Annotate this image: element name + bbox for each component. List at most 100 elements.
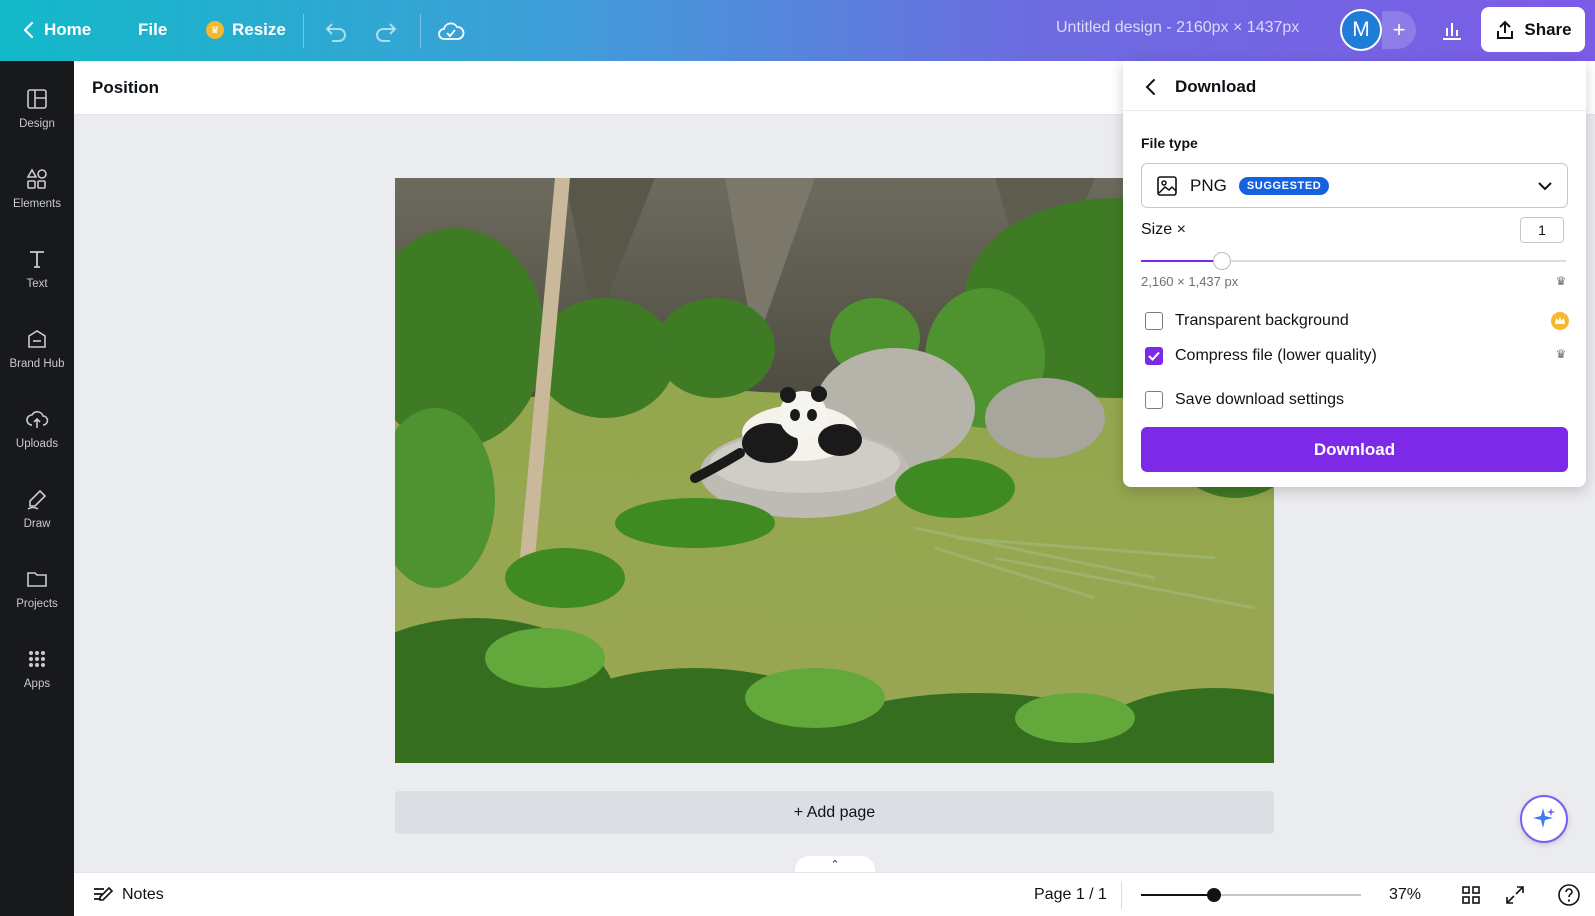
sidebar-item-label: Uploads bbox=[15, 437, 59, 450]
grid-view-icon bbox=[1461, 885, 1481, 905]
undo-button[interactable] bbox=[318, 14, 352, 48]
crown-icon: ♛ bbox=[1555, 274, 1567, 288]
crown-icon: ♛ bbox=[206, 21, 224, 39]
sidebar-item-draw[interactable]: Draw bbox=[0, 473, 74, 543]
size-slider[interactable] bbox=[1141, 252, 1566, 270]
download-panel-title: Download bbox=[1175, 77, 1257, 96]
size-input[interactable]: 1 bbox=[1520, 217, 1564, 243]
undo-icon bbox=[322, 20, 348, 42]
back-button[interactable] bbox=[1139, 75, 1163, 99]
bar-chart-icon bbox=[1440, 19, 1464, 41]
insights-button[interactable] bbox=[1432, 10, 1472, 50]
add-page-button[interactable]: + Add page bbox=[395, 791, 1274, 834]
sidebar-item-label: Brand Hub bbox=[9, 357, 65, 370]
file-label: File bbox=[138, 20, 168, 39]
top-bar: Home File ♛ Resize Untitled design - 216… bbox=[0, 0, 1595, 61]
help-button[interactable] bbox=[1556, 882, 1582, 908]
sidebar-item-projects[interactable]: Projects bbox=[0, 553, 74, 623]
transparent-background-option[interactable]: Transparent background bbox=[1145, 312, 1349, 330]
share-button[interactable]: Share bbox=[1481, 7, 1585, 52]
compress-file-checkbox[interactable] bbox=[1145, 347, 1163, 365]
crown-icon: ♛ bbox=[1555, 347, 1567, 361]
shapes-icon bbox=[25, 167, 49, 194]
chevron-up-icon: ⌃ bbox=[830, 858, 840, 871]
magic-assistant-button[interactable] bbox=[1520, 795, 1568, 843]
grid-view-button[interactable] bbox=[1458, 882, 1484, 908]
sparkle-icon bbox=[1531, 806, 1557, 832]
notes-button[interactable]: Notes bbox=[92, 885, 164, 905]
chevron-down-icon bbox=[1537, 181, 1553, 191]
sidebar-item-label: Apps bbox=[23, 677, 51, 690]
expand-pages-button[interactable]: ⌃ bbox=[795, 856, 875, 872]
home-label: Home bbox=[44, 20, 92, 39]
file-type-select[interactable]: PNG SUGGESTED bbox=[1141, 163, 1568, 208]
pro-crown-icon bbox=[1551, 312, 1569, 330]
cloud-check-icon bbox=[437, 20, 465, 42]
download-panel: Download File type PNG SUGGESTED Size × … bbox=[1123, 61, 1586, 487]
share-icon bbox=[1494, 19, 1516, 41]
sidebar-item-text[interactable]: Text bbox=[0, 233, 74, 303]
add-collaborator-button[interactable]: + bbox=[1382, 11, 1416, 49]
divider bbox=[1121, 881, 1122, 909]
position-button[interactable]: Position bbox=[92, 78, 159, 98]
redo-icon bbox=[374, 20, 400, 42]
sidebar-item-label: Draw bbox=[23, 517, 51, 530]
bottom-bar: Notes Page 1 / 1 37% bbox=[74, 872, 1595, 916]
share-label: Share bbox=[1524, 19, 1572, 39]
text-icon bbox=[25, 247, 49, 274]
divider bbox=[420, 14, 421, 48]
file-type-label: File type bbox=[1141, 135, 1198, 151]
home-button[interactable]: Home bbox=[12, 10, 101, 50]
folder-icon bbox=[25, 567, 49, 594]
sidebar-item-label: Text bbox=[26, 277, 48, 290]
output-dimensions: 2,160 × 1,437 px bbox=[1141, 274, 1239, 289]
sidebar-item-label: Projects bbox=[16, 597, 58, 610]
file-menu-button[interactable]: File bbox=[128, 10, 177, 50]
download-panel-header: Download bbox=[1123, 61, 1586, 111]
draw-icon bbox=[25, 487, 49, 514]
option-label: Compress file (lower quality) bbox=[1175, 347, 1377, 364]
expand-icon bbox=[1505, 885, 1525, 905]
brand-hub-icon bbox=[25, 327, 49, 354]
sidebar-item-label: Elements bbox=[13, 197, 61, 210]
checkmark-icon bbox=[1148, 351, 1160, 361]
save-settings-checkbox[interactable] bbox=[1145, 391, 1163, 409]
resize-button[interactable]: ♛ Resize bbox=[196, 10, 296, 50]
sidebar-item-design[interactable]: Design bbox=[0, 73, 74, 143]
sidebar-item-brand-hub[interactable]: Brand Hub bbox=[0, 313, 74, 383]
help-icon bbox=[1557, 883, 1581, 907]
compress-file-option[interactable]: Compress file (lower quality) bbox=[1145, 347, 1377, 365]
transparent-background-checkbox[interactable] bbox=[1145, 312, 1163, 330]
layout-icon bbox=[25, 87, 49, 114]
page-indicator[interactable]: Page 1 / 1 bbox=[1034, 886, 1107, 904]
sidebar-item-elements[interactable]: Elements bbox=[0, 153, 74, 223]
sidebar-item-uploads[interactable]: Uploads bbox=[0, 393, 74, 463]
file-type-value: PNG bbox=[1190, 175, 1227, 195]
divider bbox=[303, 14, 304, 48]
plus-icon: + bbox=[1392, 17, 1406, 42]
avatar[interactable]: M bbox=[1340, 9, 1382, 51]
save-download-settings-option[interactable]: Save download settings bbox=[1145, 391, 1344, 409]
save-status-button[interactable] bbox=[434, 14, 468, 48]
zoom-slider[interactable] bbox=[1141, 888, 1361, 902]
redo-button[interactable] bbox=[370, 14, 404, 48]
notes-label: Notes bbox=[122, 886, 164, 903]
chevron-left-icon bbox=[1145, 78, 1157, 96]
document-title[interactable]: Untitled design - 2160px × 1437px bbox=[1056, 19, 1299, 37]
resize-label: Resize bbox=[232, 20, 286, 39]
size-label: Size × bbox=[1141, 221, 1186, 238]
zoom-fill bbox=[1141, 894, 1214, 896]
download-button[interactable]: Download bbox=[1141, 427, 1568, 472]
size-slider-fill bbox=[1141, 260, 1222, 262]
image-icon bbox=[1156, 175, 1178, 197]
option-label: Save download settings bbox=[1175, 391, 1344, 408]
zoom-thumb[interactable] bbox=[1207, 888, 1221, 902]
zoom-percent[interactable]: 37% bbox=[1389, 886, 1421, 904]
apps-grid-icon bbox=[25, 647, 49, 674]
fullscreen-button[interactable] bbox=[1502, 882, 1528, 908]
sidebar-item-apps[interactable]: Apps bbox=[0, 633, 74, 703]
sidebar-item-label: Design bbox=[19, 117, 55, 130]
left-sidebar: Design Elements Text Brand Hub Uploads D… bbox=[0, 61, 74, 916]
option-label: Transparent background bbox=[1175, 312, 1349, 329]
size-slider-thumb[interactable] bbox=[1213, 252, 1231, 270]
